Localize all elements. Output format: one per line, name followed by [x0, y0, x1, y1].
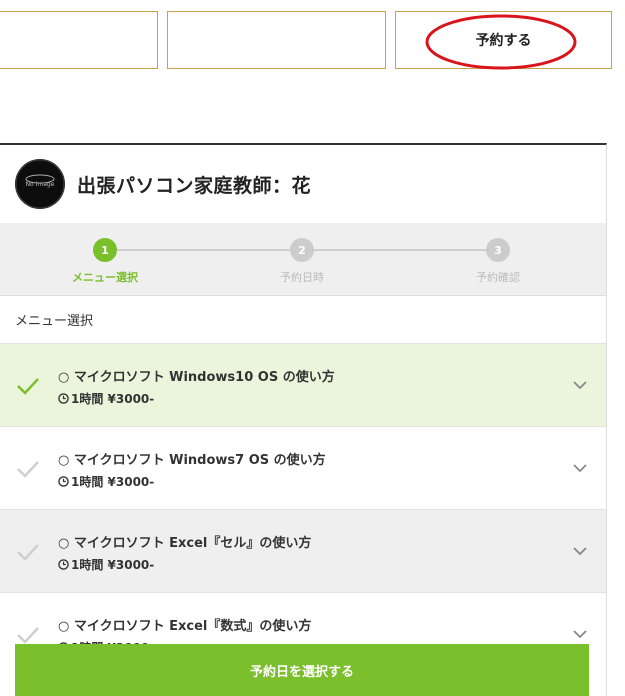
menu-item-name: ○ マイクロソフト Windows7 OS の使い方 — [58, 453, 326, 468]
avatar: No Image — [15, 159, 65, 209]
menu-item-time: 1時間 ¥3000- — [58, 473, 154, 490]
menu-item-excel-cell[interactable]: ○ マイクロソフト Excel『セル』の使い方 1時間 ¥3000- — [0, 509, 606, 592]
shop-name: 出張パソコン家庭教師：花 — [77, 174, 312, 197]
top-button-1[interactable] — [0, 11, 158, 69]
check-icon — [17, 544, 39, 561]
reserve-button[interactable]: 予約する — [395, 11, 612, 69]
clock-icon — [58, 393, 69, 404]
step-3-circle: 3 — [486, 238, 510, 262]
chevron-down-icon[interactable] — [573, 380, 587, 390]
menu-item-time-text: 1時間 ¥3000- — [71, 392, 155, 406]
chevron-down-icon[interactable] — [573, 629, 587, 639]
menu-item-name: ○ マイクロソフト Excel『セル』の使い方 — [58, 536, 312, 551]
menu-item-time-text: 1時間 ¥3000- — [71, 558, 155, 572]
menu-item-name: ○ マイクロソフト Windows10 OS の使い方 — [58, 370, 335, 385]
clock-icon — [58, 559, 69, 570]
step-line-2 — [314, 249, 500, 251]
check-icon — [17, 378, 39, 395]
menu-list: ○ マイクロソフト Windows10 OS の使い方 1時間 ¥3000- ○… — [0, 343, 606, 675]
step-line-1 — [112, 249, 302, 251]
chevron-down-icon[interactable] — [573, 463, 587, 473]
menu-item-windows10[interactable]: ○ マイクロソフト Windows10 OS の使い方 1時間 ¥3000- — [0, 343, 606, 426]
step-3-label: 予約確認 — [476, 271, 520, 284]
section-title: メニュー選択 — [0, 295, 606, 343]
menu-item-time: 1時間 ¥3000- — [58, 390, 154, 407]
check-icon — [17, 461, 39, 478]
avatar-text: No Image — [26, 181, 55, 188]
menu-item-windows7[interactable]: ○ マイクロソフト Windows7 OS の使い方 1時間 ¥3000- — [0, 426, 606, 509]
clock-icon — [58, 476, 69, 487]
top-button-2[interactable] — [167, 11, 386, 69]
check-icon — [17, 627, 39, 644]
step-indicator: 1 2 3 メニュー選択 予約日時 予約確認 — [0, 223, 606, 295]
step-1-circle: 1 — [93, 238, 117, 262]
menu-item-time-text: 1時間 ¥3000- — [71, 475, 155, 489]
shop-header: No Image 出張パソコン家庭教師：花 — [0, 145, 606, 223]
menu-item-name: ○ マイクロソフト Excel『数式』の使い方 — [58, 619, 312, 634]
chevron-down-icon[interactable] — [573, 546, 587, 556]
step-1-label: メニュー選択 — [72, 271, 138, 284]
booking-panel: No Image 出張パソコン家庭教師：花 1 2 3 メニュー選択 予約日時 … — [0, 143, 607, 696]
booking-page: 予約する No Image 出張パソコン家庭教師：花 1 2 3 メニュー選択 … — [0, 0, 625, 696]
select-date-button[interactable]: 予約日を選択する — [15, 644, 589, 696]
step-2-label: 予約日時 — [280, 271, 324, 284]
step-2-circle: 2 — [290, 238, 314, 262]
menu-item-time: 1時間 ¥3000- — [58, 556, 154, 573]
